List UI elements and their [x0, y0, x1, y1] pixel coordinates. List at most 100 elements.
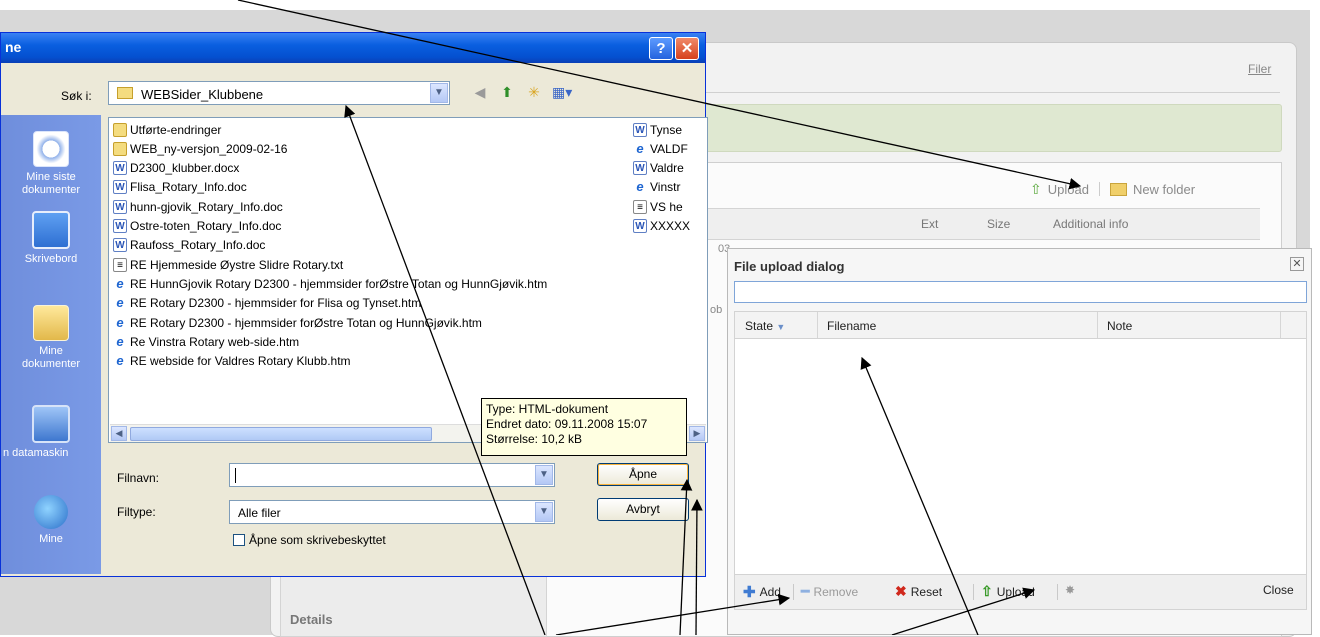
place-desktop[interactable]: Skrivebord	[1, 211, 101, 266]
filetype-select[interactable]: Alle filer ▼	[229, 500, 555, 524]
navigation-toolbar: ◀ ⬆ ✳ ▦▾	[471, 83, 573, 101]
column-state[interactable]: State ▼	[745, 319, 785, 333]
close-upload-button[interactable]: Close	[1263, 583, 1294, 597]
filename-input[interactable]: ▼	[229, 463, 555, 487]
column-additional-info[interactable]: Additional info	[1053, 217, 1128, 231]
file-list-item[interactable]: e RE Rotary D2300 - hjemmsider forØstre T…	[113, 313, 482, 332]
close-button[interactable]: ✕	[675, 37, 699, 60]
file-name: RE Rotary D2300 - hjemmsider for Flisa o…	[130, 296, 422, 311]
column-divider[interactable]	[1097, 312, 1098, 338]
file-upload-dialog: File upload dialog ✕ State ▼ Filename No…	[727, 248, 1312, 635]
scroll-left-icon[interactable]: ◀	[111, 426, 127, 441]
readonly-checkbox[interactable]: Åpne som skrivebeskyttet	[233, 533, 386, 547]
places-bar: Mine siste dokumenter Skrivebord Mine do…	[1, 115, 101, 574]
file-list-item[interactable]: W Ostre-toten_Rotary_Info.doc	[113, 217, 281, 236]
html-document-icon: e	[636, 140, 644, 156]
column-state-label: State	[745, 319, 774, 333]
back-icon[interactable]: ◀	[471, 83, 489, 101]
upload-progress-bar	[734, 281, 1307, 303]
file-list-item[interactable]: W Raufoss_Rotary_Info.doc	[113, 236, 265, 255]
file-list-item[interactable]: W XXXXX	[633, 217, 690, 236]
new-folder-button[interactable]: New folder	[1133, 182, 1195, 197]
file-name: Tynse	[650, 122, 683, 137]
upload-arrow-icon: ⇧	[981, 583, 993, 599]
file-list-item[interactable]: ≡ RE Hjemmeside Øystre Slidre Rotary.txt	[113, 255, 343, 274]
place-network[interactable]: Mine	[1, 495, 101, 546]
new-folder-icon[interactable]: ✳	[525, 83, 543, 101]
files-link[interactable]: Filer	[1248, 62, 1271, 76]
cancel-button[interactable]: Avbryt	[597, 498, 689, 521]
file-list-item[interactable]: e VALDF	[633, 139, 688, 158]
file-list-item[interactable]: W D2300_klubber.docx	[113, 159, 239, 178]
file-list-item[interactable]: Whunn-gjovik_Rotary_Info.doc	[113, 197, 283, 216]
open-button[interactable]: Åpne	[597, 463, 689, 486]
place-my-computer[interactable]: n datamaskin	[1, 405, 101, 460]
view-menu-icon[interactable]: ▦▾	[552, 83, 572, 101]
details-heading[interactable]: Details	[290, 612, 333, 627]
place-label: Mine siste dokumenter	[21, 171, 81, 196]
up-folder-icon[interactable]: ⬆	[498, 83, 516, 101]
tooltip-modified: Endret dato: 09.11.2008 15:07	[486, 417, 648, 431]
place-label: Mine dokumenter	[21, 345, 81, 370]
file-name: RE webside for Valdres Rotary Klubb.htm	[130, 354, 351, 369]
file-list: Utførte-endringer WEB_ny-versjon_2009-02-…	[108, 117, 708, 443]
reset-button[interactable]: ✖ Reset	[895, 583, 942, 600]
close-icon[interactable]: ✕	[1290, 257, 1304, 271]
spinner-icon: ✸	[1065, 583, 1076, 597]
column-filename[interactable]: Filename	[827, 319, 876, 333]
toolbar-separator	[973, 584, 974, 600]
file-tooltip: Type: HTML-dokument Endret dato: 09.11.2…	[481, 398, 687, 456]
folder-icon	[113, 122, 127, 137]
file-list-item[interactable]: e RE Rotary D2300 - hjemmsider for Flisa …	[113, 294, 421, 313]
scrollbar-thumb[interactable]	[130, 427, 432, 441]
remove-button[interactable]: ━ Remove	[801, 583, 858, 600]
chevron-down-icon[interactable]: ▼	[535, 502, 553, 522]
look-in-dropdown[interactable]: WEBSider_Klubbene ▼	[108, 81, 450, 105]
word-document-icon: W	[633, 161, 647, 176]
upload-start-button[interactable]: ⇧ Upload	[981, 583, 1035, 600]
folder-icon	[113, 141, 127, 156]
column-divider[interactable]	[1280, 312, 1281, 338]
file-list-item[interactable]: W Valdre	[633, 159, 684, 178]
file-list-item[interactable]: e Re Vinstra Rotary web-side.htm	[113, 332, 299, 351]
filename-label: Filnavn:	[117, 471, 160, 485]
file-list-item[interactable]: ≡ VS he	[633, 197, 683, 216]
file-grid-toolbar: ⇧ Upload New folder	[1030, 178, 1195, 200]
file-list-item[interactable]: e RE HunnGjovik Rotary D2300 - hjemmsider…	[113, 274, 547, 293]
file-name: RE Rotary D2300 - hjemmsider forØstre To…	[130, 315, 482, 330]
file-name: VALDF	[650, 141, 688, 156]
toolbar-separator	[1057, 584, 1058, 600]
add-button[interactable]: ✚ Add	[743, 583, 781, 601]
place-recent[interactable]: Mine siste dokumenter	[1, 131, 101, 197]
file-list-item[interactable]: Utførte-endringer	[113, 120, 221, 139]
file-list-item[interactable]: WEB_ny-versjon_2009-02-16	[113, 139, 287, 158]
scroll-right-icon[interactable]: ▶	[689, 426, 705, 441]
place-my-documents[interactable]: Mine dokumenter	[1, 305, 101, 371]
file-list-item[interactable]: W Flisa_Rotary_Info.doc	[113, 178, 247, 197]
chevron-down-icon[interactable]: ▼	[430, 83, 448, 103]
folder-icon	[117, 87, 133, 99]
column-size[interactable]: Size	[987, 217, 1010, 231]
new-folder-icon	[1109, 182, 1127, 196]
toolbar-separator	[793, 584, 794, 600]
checkbox-box[interactable]	[233, 534, 245, 546]
dialog-titlebar[interactable]: ne ? ✕	[1, 33, 705, 63]
upload-button[interactable]: Upload	[1048, 182, 1089, 197]
help-button[interactable]: ?	[649, 37, 673, 60]
file-list-item[interactable]: e RE webside for Valdres Rotary Klubb.htm	[113, 352, 351, 371]
chevron-down-icon[interactable]: ▼	[535, 465, 553, 485]
recent-documents-icon	[33, 131, 69, 167]
file-list-item[interactable]: W Tynse	[633, 120, 682, 139]
column-divider[interactable]	[817, 312, 818, 338]
html-document-icon: e	[116, 314, 124, 330]
column-ext[interactable]: Ext	[921, 217, 938, 231]
file-name: WEB_ny-versjon_2009-02-16	[130, 141, 288, 156]
tooltip-size: Størrelse: 10,2 kB	[486, 432, 583, 446]
filetype-label: Filtype:	[117, 505, 156, 519]
column-note[interactable]: Note	[1107, 319, 1132, 333]
file-name: Flisa_Rotary_Info.doc	[130, 180, 247, 195]
upload-label: Upload	[996, 584, 1035, 599]
sort-desc-icon: ▼	[776, 322, 786, 332]
file-list-item[interactable]: e Vinstr	[633, 178, 680, 197]
upload-toolbar: ✚ Add ━ Remove ✖ Reset ⇧ Upload ✸ Close	[734, 574, 1307, 610]
